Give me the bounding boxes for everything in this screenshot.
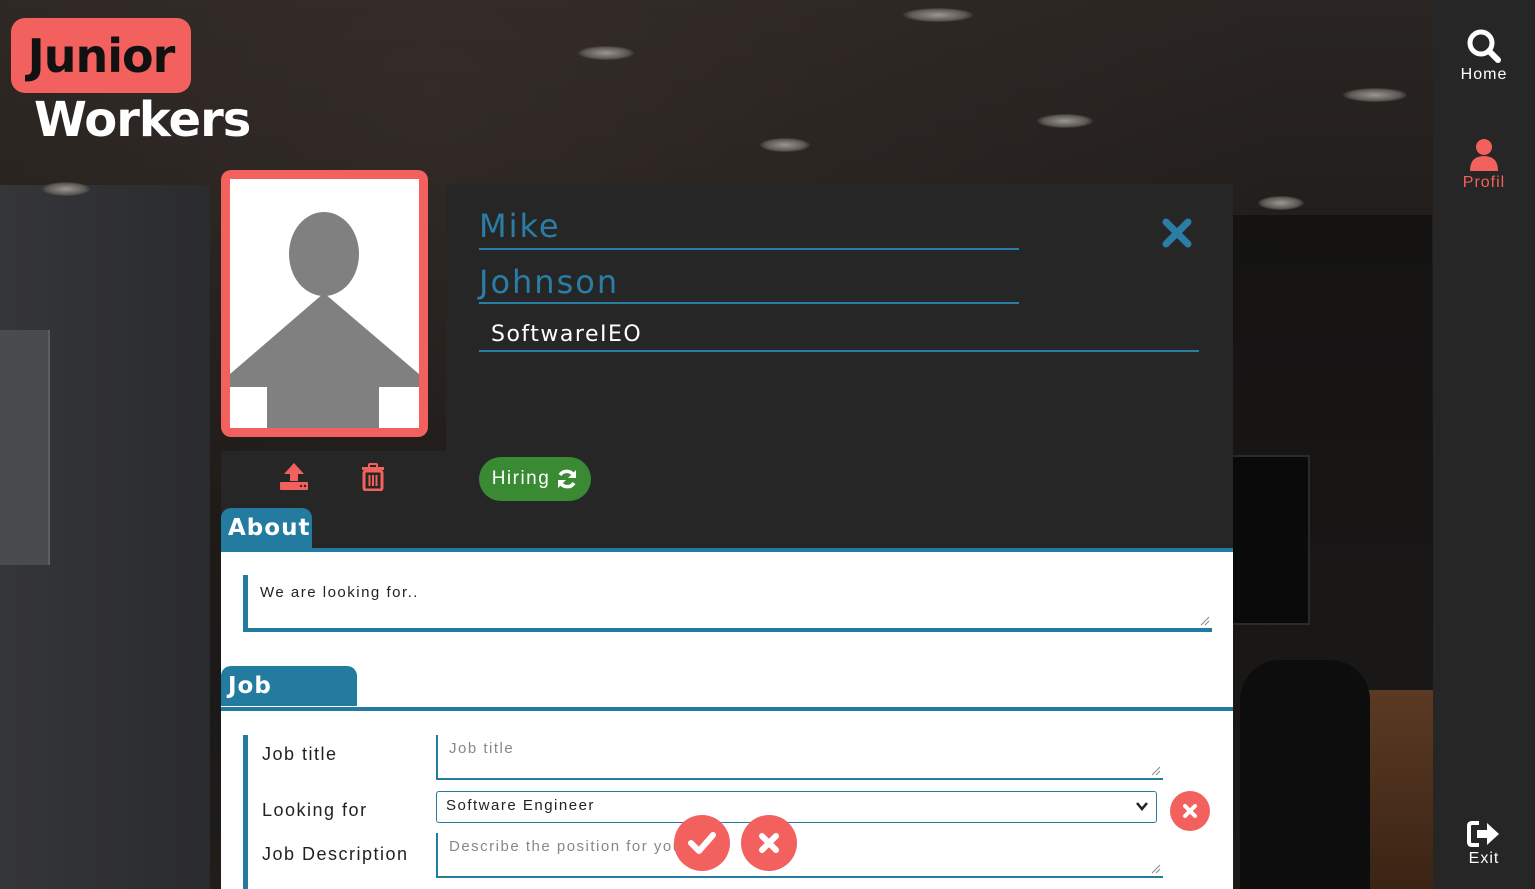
- logo-junior: Junior: [11, 18, 191, 93]
- background-panel: [0, 330, 50, 565]
- close-icon: [1183, 804, 1197, 818]
- job-post-form: Job title Job title Looking for Software…: [243, 735, 1212, 889]
- job-title-input[interactable]: Job title: [436, 735, 1163, 780]
- about-tab-strip: [221, 509, 1233, 549]
- nav-exit[interactable]: Exit: [1433, 820, 1535, 868]
- resize-handle-icon[interactable]: [1151, 766, 1161, 776]
- sign-out-icon: [1467, 821, 1499, 847]
- trash-icon[interactable]: [361, 463, 385, 491]
- search-icon: [1467, 29, 1501, 63]
- about-textarea[interactable]: We are looking for..: [243, 575, 1212, 632]
- close-icon: [759, 833, 779, 853]
- tab-about[interactable]: About: [221, 508, 312, 548]
- ceiling-light: [578, 46, 634, 60]
- nav-profil-label: Profil: [1462, 174, 1506, 191]
- logo-workers: Workers: [34, 92, 251, 148]
- job-description-input[interactable]: Describe the position for your job: [436, 833, 1163, 878]
- resize-handle-icon[interactable]: [1200, 616, 1210, 626]
- close-icon: [1162, 218, 1192, 248]
- avatar[interactable]: [230, 179, 419, 428]
- remove-job-post-button[interactable]: [1170, 791, 1210, 831]
- chevron-down-icon: [1136, 802, 1148, 811]
- ceiling-light: [1343, 88, 1407, 102]
- nav-home[interactable]: Home: [1433, 28, 1535, 84]
- about-text: We are looking for..: [260, 584, 419, 601]
- ceiling-light: [1037, 114, 1093, 128]
- tab-job-posts[interactable]: Job Posts: [221, 666, 357, 739]
- job-title-placeholder: Job title: [449, 740, 515, 757]
- looking-for-value: Software Engineer: [446, 797, 595, 814]
- nav-exit-label: Exit: [1468, 850, 1500, 867]
- hiring-status-button[interactable]: Hiring: [479, 457, 591, 501]
- avatar-placeholder-icon: [230, 212, 419, 428]
- looking-for-label: Looking for: [262, 800, 368, 820]
- refresh-icon: [558, 469, 577, 489]
- company-field[interactable]: SoftwareIEO: [479, 318, 1199, 352]
- check-icon: [688, 832, 716, 854]
- close-profile-button[interactable]: [1160, 216, 1194, 250]
- ceiling-light: [760, 138, 810, 152]
- job-description-label: Job Description: [262, 844, 409, 864]
- avatar-tools: [221, 451, 446, 509]
- looking-for-select[interactable]: Software Engineer: [436, 791, 1157, 823]
- resize-handle-icon[interactable]: [1151, 864, 1161, 874]
- user-icon: [1470, 139, 1498, 171]
- background-chair: [1240, 660, 1370, 889]
- ceiling-light: [1258, 196, 1304, 210]
- ceiling-light: [903, 8, 973, 22]
- ceiling-light: [42, 182, 90, 196]
- job-posts-divider: [221, 707, 1233, 711]
- nav-home-label: Home: [1460, 66, 1508, 83]
- first-name-field[interactable]: Mike: [479, 206, 1019, 250]
- last-name-field[interactable]: Johnson: [479, 262, 1019, 304]
- profile-content: About We are looking for.. Job Posts Job…: [221, 508, 1233, 889]
- profile-card: Mike Johnson SoftwareIEO Hiring: [446, 184, 1233, 509]
- save-button[interactable]: [674, 815, 730, 871]
- cancel-button[interactable]: [741, 815, 797, 871]
- nav-profil[interactable]: Profil: [1433, 138, 1535, 192]
- upload-icon[interactable]: [279, 461, 309, 491]
- profile-picture-frame: [221, 170, 428, 437]
- hiring-status-label: Hiring: [491, 468, 551, 489]
- about-divider: [221, 548, 1233, 552]
- job-title-label: Job title: [262, 744, 338, 764]
- side-nav: Home Profil Exit: [1433, 0, 1535, 889]
- background-tv: [1232, 455, 1310, 625]
